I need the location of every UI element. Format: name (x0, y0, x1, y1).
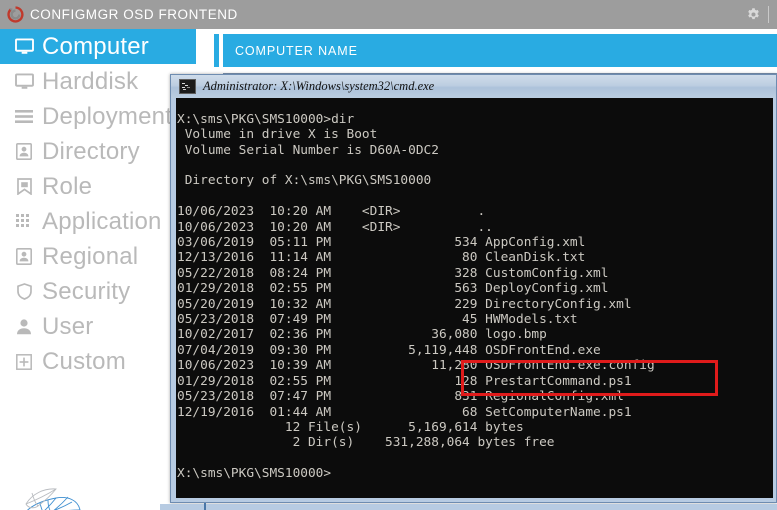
refresh-circle-icon (0, 0, 30, 29)
gear-icon[interactable] (738, 0, 768, 29)
sidebar-item-role[interactable]: Role (0, 169, 196, 204)
sidebar-item-application[interactable]: Application (0, 204, 196, 239)
grid-icon (12, 209, 36, 235)
title-bar-divider (768, 6, 769, 23)
sidebar-label-user: User (42, 312, 94, 340)
sidebar-item-user[interactable]: User (0, 309, 196, 344)
cmd-console-icon (179, 79, 196, 94)
monitor-icon (12, 34, 36, 60)
window-resize-tick (204, 503, 206, 510)
sidebar-item-security[interactable]: Security (0, 274, 196, 309)
app-window: CONFIGMGR OSD FRONTEND Computer Harddisk (0, 0, 777, 510)
command-prompt-window[interactable]: Administrator: X:\Windows\system32\cmd.e… (170, 74, 777, 503)
sidebar-item-computer[interactable]: Computer (0, 29, 196, 64)
contact-icon (12, 139, 36, 165)
window-bottom-edge (160, 504, 777, 510)
contact-icon (12, 244, 36, 270)
sidebar-item-regional[interactable]: Regional (0, 239, 196, 274)
sidebar-item-harddisk[interactable]: Harddisk (0, 64, 196, 99)
bookmark-icon (12, 174, 36, 200)
section-header-label: COMPUTER NAME (235, 43, 358, 58)
app-title-bar: CONFIGMGR OSD FRONTEND (0, 0, 777, 29)
sidebar-label-custom: Custom (42, 347, 126, 375)
list-icon (12, 104, 36, 130)
sidebar-item-custom[interactable]: Custom (0, 344, 196, 379)
section-accent-bar (214, 34, 219, 67)
sidebar-label-deployment: Deployment (42, 102, 173, 130)
sidebar-label-directory: Directory (42, 137, 140, 165)
sidebar-label-regional: Regional (42, 242, 139, 270)
sidebar-item-deployment[interactable]: Deployment (0, 99, 196, 134)
command-prompt-transcript: X:\sms\PKG\SMS10000>dir Volume in drive … (177, 111, 655, 482)
command-prompt-title: Administrator: X:\Windows\system32\cmd.e… (203, 79, 435, 93)
sidebar-label-application: Application (42, 207, 162, 235)
plus-box-icon (12, 349, 36, 375)
monitor-icon (12, 69, 36, 95)
sidebar-label-computer: Computer (42, 32, 149, 60)
section-header-computer-name: COMPUTER NAME (223, 34, 777, 67)
sidebar-label-harddisk: Harddisk (42, 67, 139, 95)
sidebar-label-role: Role (42, 172, 93, 200)
person-icon (12, 314, 36, 340)
shield-icon (12, 279, 36, 305)
mesh-wing-logo (12, 484, 84, 510)
command-prompt-title-bar[interactable]: Administrator: X:\Windows\system32\cmd.e… (171, 75, 776, 98)
app-title: CONFIGMGR OSD FRONTEND (30, 7, 238, 22)
sidebar: Computer Harddisk Deployment Directory R (0, 29, 196, 510)
command-prompt-output-area[interactable]: X:\sms\PKG\SMS10000>dir Volume in drive … (176, 98, 773, 498)
sidebar-item-directory[interactable]: Directory (0, 134, 196, 169)
sidebar-label-security: Security (42, 277, 131, 305)
